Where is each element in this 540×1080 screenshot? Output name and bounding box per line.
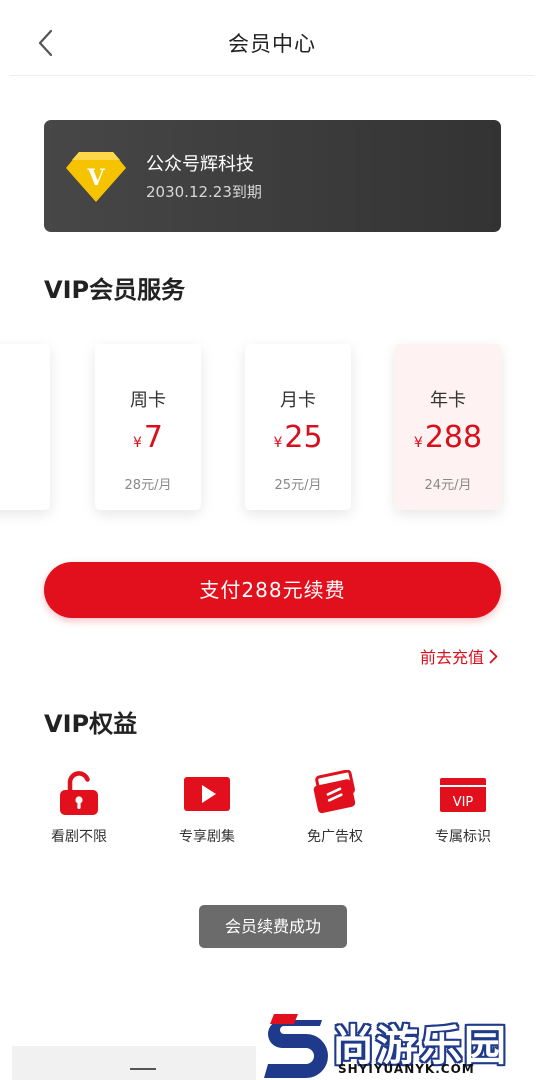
right-item-exclusive-badge[interactable]: VIP 专属标识 [408,770,518,846]
currency-symbol: ¥ [273,435,283,451]
member-name: 公众号辉科技 [146,154,254,175]
plan-list: 周卡 ¥7 28元/月 月卡 ¥25 25元/月 年卡 ¥288 24元/月 [0,340,540,520]
vip-services-title: VIP会员服务 [44,276,186,304]
ad-free-card-icon [313,770,356,814]
plan-price: ¥7 [95,420,201,455]
play-icon [184,777,230,811]
right-item-unlimited[interactable]: 看剧不限 [24,770,134,846]
recharge-label: 前去充值 [419,648,484,667]
plan-unit-price: 25元/月 [274,478,322,493]
currency-symbol: ¥ [132,435,142,451]
toast-message: 会员续费成功 [199,905,347,948]
plan-price: ¥25 [245,420,351,455]
watermark-domain: SHYIYUANYK.COM [338,1062,475,1076]
plan-unit-price: 28元/月 [124,478,172,493]
plan-price: ¥288 [395,420,501,455]
nav-header: 会员中心 [10,0,534,76]
currency-symbol: ¥ [413,435,423,451]
plan-card-month[interactable]: 月卡 ¥25 25元/月 [245,344,351,510]
watermark-s-logo-icon [264,1014,328,1078]
chevron-right-icon [489,649,498,663]
member-card: V 公众号辉科技 2030.12.23到期 [44,120,501,232]
plan-card-week[interactable]: 周卡 ¥7 28元/月 [95,344,201,510]
home-indicator[interactable] [130,1068,156,1070]
right-label: 专属标识 [435,829,491,845]
plan-name: 周卡 [130,390,166,411]
right-label: 专享剧集 [179,829,235,845]
right-item-ad-free[interactable]: 免广告权 [280,770,390,846]
bottom-bar [12,1046,256,1080]
plan-unit-price: 24元/月 [424,478,472,493]
page-title: 会员中心 [228,32,316,56]
recharge-link[interactable]: 前去充值 [420,644,498,668]
member-expire-date: 2030.12.23到期 [146,183,262,201]
pay-renew-button[interactable]: 支付288元续费 [44,562,501,618]
vip-diamond-icon: V [66,152,126,202]
plan-card-offscreen[interactable] [0,344,50,510]
plan-price-value: 25 [284,420,323,455]
vip-badge-icon: VIP [440,778,486,812]
right-label: 看剧不限 [51,829,107,845]
unlock-icon [60,771,98,815]
member-center-page: 会员中心 V 公众号辉科技 2030.12.23到期 VIP会员服务 周卡 ¥7… [0,0,540,1080]
vip-rights-title: VIP权益 [44,710,138,738]
plan-name: 月卡 [280,390,316,411]
plan-price-value: 288 [424,420,483,455]
plan-name: 年卡 [430,390,466,411]
watermark-logo: 尚游乐园 SHYIYUANYK.COM [262,1012,540,1080]
svg-text:V: V [86,165,105,191]
right-item-exclusive-series[interactable]: 专享剧集 [152,770,262,846]
plan-price-value: 7 [143,420,163,455]
plan-card-year[interactable]: 年卡 ¥288 24元/月 [395,344,501,510]
right-label: 免广告权 [307,829,363,845]
svg-text:VIP: VIP [453,795,474,810]
vip-rights-list: 看剧不限 专享剧集 免广告权 VIP 专属标识 [0,770,540,860]
